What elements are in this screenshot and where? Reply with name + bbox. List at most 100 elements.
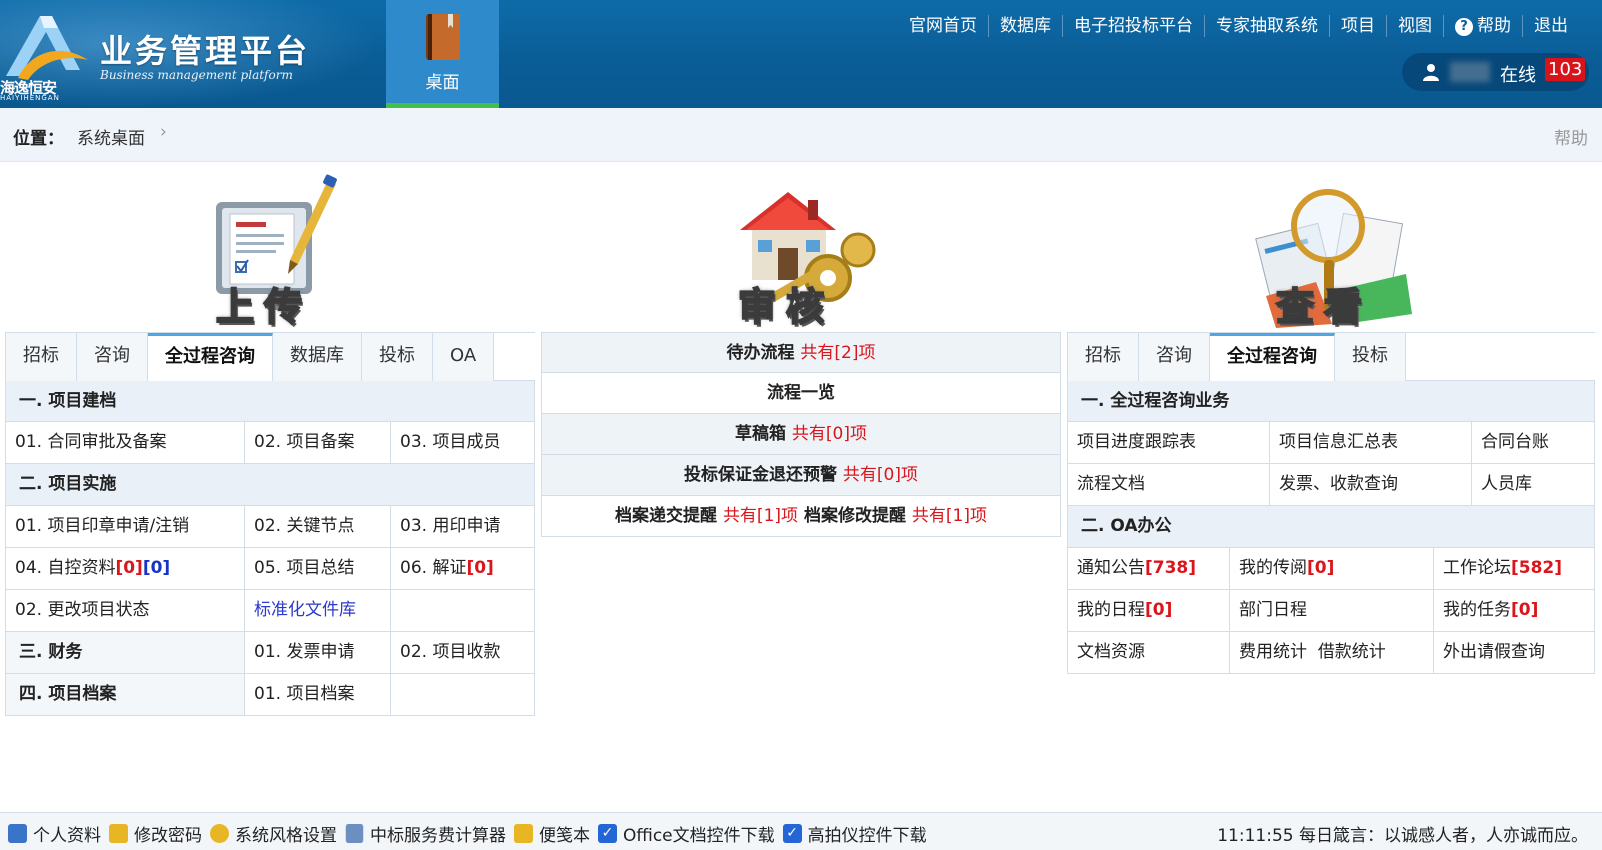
footer-notepad-label: 便笺本 [539, 826, 590, 846]
top-navigation: 官网首页 数据库 电子招投标平台 专家抽取系统 项目 视图 ? 帮助 退出 [898, 15, 1568, 37]
archive-modify-reminder-count: 共有[1]项 [911, 506, 987, 526]
table-row: 01. 合同审批及备案 02. 项目备案 03. 项目成员 [6, 422, 534, 464]
nav-logout[interactable]: 退出 [1523, 15, 1568, 37]
table-row: 文档资源 费用统计 借款统计 外出请假查询 [1068, 632, 1594, 674]
breadcrumb-label: 位置： [13, 129, 64, 149]
link-progress-tracking[interactable]: 项目进度跟踪表 [1068, 422, 1270, 463]
footer-style-settings[interactable]: 系统风格设置 [210, 821, 337, 846]
footer-fee-calculator[interactable]: 中标服务费计算器 [345, 821, 506, 846]
breadcrumb-current[interactable]: 系统桌面 [77, 124, 145, 149]
link-work-forum[interactable]: 工作论坛[582] [1434, 548, 1594, 589]
view-grid: 一. 全过程咨询业务 项目进度跟踪表 项目信息汇总表 合同台账 流程文档 发票、… [1067, 380, 1595, 674]
link-my-tasks[interactable]: 我的任务[0] [1434, 590, 1594, 631]
user-icon [1423, 64, 1439, 81]
empty-cell [391, 590, 534, 631]
deposit-refund-warning-row[interactable]: 投标保证金退还预警 共有[0]项 [541, 455, 1061, 496]
table-row: 项目进度跟踪表 项目信息汇总表 合同台账 [1068, 422, 1594, 464]
pending-workflows-count: 共有[2]项 [800, 343, 876, 363]
tab-oa[interactable]: OA [433, 333, 495, 381]
pending-workflows-row[interactable]: 待办流程 共有[2]项 [541, 332, 1061, 373]
nav-database[interactable]: 数据库 [989, 15, 1063, 37]
online-status[interactable]: 在线 103 [1402, 53, 1589, 91]
link-invoice-application[interactable]: 01. 发票申请 [245, 632, 391, 673]
palette-icon [210, 824, 229, 843]
nav-expert-extraction[interactable]: 专家抽取系统 [1205, 15, 1330, 37]
tab-tender[interactable]: 投标 [1335, 333, 1406, 381]
link-certificate-release[interactable]: 06. 解证[0] [391, 548, 534, 589]
tab-consulting[interactable]: 咨询 [77, 333, 148, 381]
nav-help[interactable]: ? 帮助 [1444, 15, 1523, 37]
nav-official-site[interactable]: 官网首页 [898, 15, 989, 37]
link-department-schedule[interactable]: 部门日程 [1230, 590, 1434, 631]
footer-scanner-control-download[interactable]: ✓ 高拍仪控件下载 [782, 821, 927, 846]
link-notices[interactable]: 通知公告[738] [1068, 548, 1230, 589]
link-leave-query[interactable]: 外出请假查询 [1434, 632, 1594, 673]
link-self-control-data[interactable]: 04. 自控资料[0][0] [6, 548, 245, 589]
app-header: 海逸恒安 HAIYIHENGAN 业务管理平台 Business managem… [0, 0, 1602, 108]
tab-database[interactable]: 数据库 [273, 333, 362, 381]
link-project-members[interactable]: 03. 项目成员 [391, 422, 534, 463]
link-project-filing[interactable]: 02. 项目备案 [245, 422, 391, 463]
link-seal-use-application[interactable]: 03. 用印申请 [391, 506, 534, 547]
footer-change-password[interactable]: 修改密码 [109, 821, 202, 846]
expense-loan-stats-cell: 费用统计 借款统计 [1230, 632, 1434, 673]
footer-notepad[interactable]: 便笺本 [514, 821, 590, 846]
link-contract-ledger[interactable]: 合同台账 [1472, 422, 1594, 463]
key-icon [109, 824, 128, 843]
deposit-refund-warning-count: 共有[0]项 [842, 465, 918, 485]
tab-bidding[interactable]: 招标 [1067, 333, 1139, 381]
book-icon [426, 14, 460, 60]
link-expense-stats[interactable]: 费用统计 [1239, 642, 1307, 662]
tab-whole-process-consulting[interactable]: 全过程咨询 [1210, 333, 1335, 381]
workflow-overview-row[interactable]: 流程一览 [541, 373, 1061, 414]
tab-whole-process-consulting[interactable]: 全过程咨询 [148, 333, 273, 381]
nav-project[interactable]: 项目 [1330, 15, 1387, 37]
online-count-badge: 103 [1545, 58, 1586, 81]
notices-label: 通知公告 [1077, 558, 1145, 578]
review-panel: 待办流程 共有[2]项 流程一览 草稿箱 共有[0]项 投标保证金退还预警 共有… [541, 332, 1061, 537]
link-project-archives[interactable]: 01. 项目档案 [245, 674, 391, 715]
nav-e-bidding-platform[interactable]: 电子招投标平台 [1063, 15, 1205, 37]
link-my-schedule[interactable]: 我的日程[0] [1068, 590, 1230, 631]
link-loan-stats[interactable]: 借款统计 [1318, 642, 1386, 662]
link-personnel-library[interactable]: 人员库 [1472, 464, 1594, 505]
link-change-project-status[interactable]: 02. 更改项目状态 [6, 590, 245, 631]
footer-office-control-download[interactable]: ✓ Office文档控件下载 [598, 821, 775, 846]
tab-bidding[interactable]: 招标 [5, 333, 77, 381]
link-my-circulation[interactable]: 我的传阅[0] [1230, 548, 1434, 589]
link-project-summary[interactable]: 05. 项目总结 [245, 548, 391, 589]
section-header-row: 一. 项目建档 [6, 380, 534, 422]
link-key-nodes[interactable]: 02. 关键节点 [245, 506, 391, 547]
tab-tender[interactable]: 投标 [362, 333, 433, 381]
link-workflow-documents[interactable]: 流程文档 [1068, 464, 1270, 505]
section-finance: 三. 财务 [6, 632, 245, 673]
nav-view[interactable]: 视图 [1387, 15, 1444, 37]
logo-english-name: HAIYIHENGAN [0, 94, 60, 102]
footer-personal-info[interactable]: 个人资料 [8, 821, 101, 846]
link-project-receipts[interactable]: 02. 项目收款 [391, 632, 534, 673]
view-tabs: 招标 咨询 全过程咨询 投标 [1067, 332, 1595, 381]
id-card-icon [8, 824, 27, 843]
desk-tab[interactable]: 桌面 [386, 0, 499, 108]
link-contract-approval[interactable]: 01. 合同审批及备案 [6, 422, 245, 463]
tab-consulting[interactable]: 咨询 [1139, 333, 1210, 381]
my-schedule-count: [0] [1145, 600, 1173, 620]
help-icon: ? [1455, 18, 1473, 36]
link-document-resources[interactable]: 文档资源 [1068, 632, 1230, 673]
upload-panel: 招标 咨询 全过程咨询 数据库 投标 OA 一. 项目建档 01. 合同审批及备… [5, 332, 535, 716]
section-project-implementation: 二. 项目实施 [19, 474, 117, 494]
my-tasks-label: 我的任务 [1443, 600, 1511, 620]
chevron-right-icon: › [160, 122, 167, 142]
drafts-count: 共有[0]项 [791, 424, 867, 444]
section-header-row: 一. 全过程咨询业务 [1068, 380, 1594, 422]
breadcrumb-help-link[interactable]: 帮助 [1554, 124, 1588, 149]
my-schedule-label: 我的日程 [1077, 600, 1145, 620]
link-invoice-receipt-query[interactable]: 发票、收款查询 [1270, 464, 1472, 505]
link-standard-document-library[interactable]: 标准化文件库 [245, 590, 391, 631]
link-seal-application[interactable]: 01. 项目印章申请/注销 [6, 506, 245, 547]
deposit-refund-warning-label: 投标保证金退还预警 [683, 465, 837, 485]
link-project-info-summary[interactable]: 项目信息汇总表 [1270, 422, 1472, 463]
drafts-row[interactable]: 草稿箱 共有[0]项 [541, 414, 1061, 455]
archive-reminders-row[interactable]: 档案递交提醒 共有[1]项 档案修改提醒 共有[1]项 [541, 496, 1061, 537]
section-project-archives: 四. 项目档案 [6, 674, 245, 715]
